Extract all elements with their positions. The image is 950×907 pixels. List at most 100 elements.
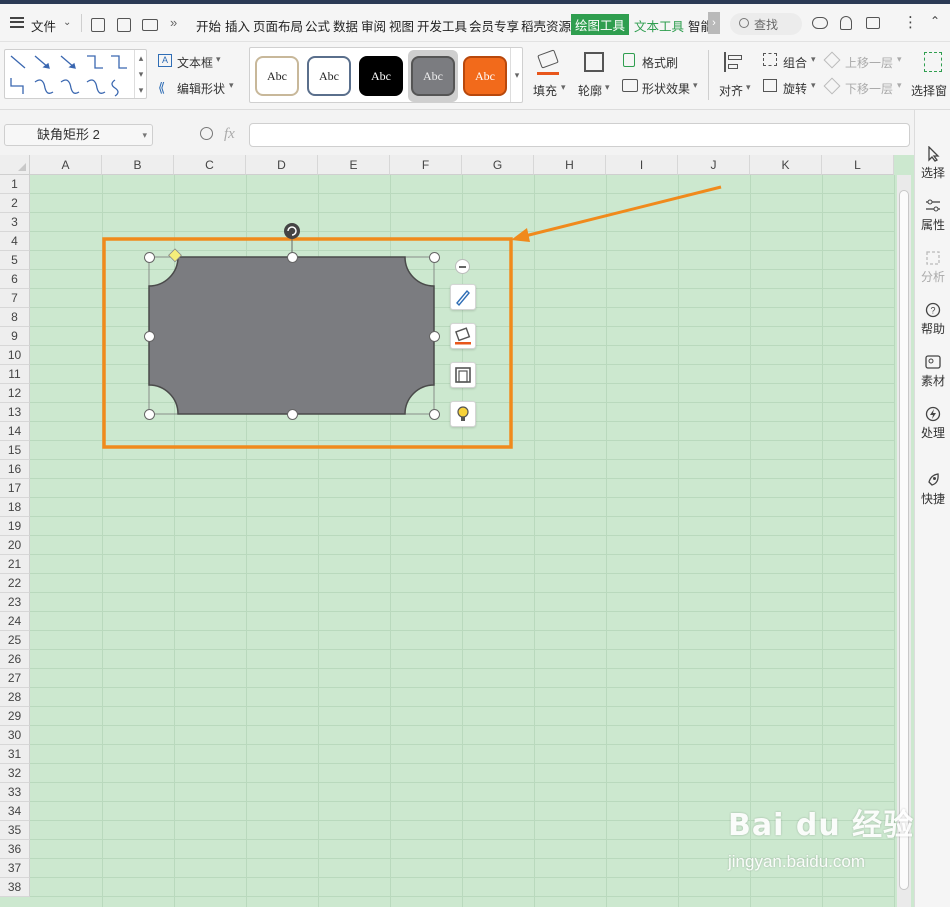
- row-header[interactable]: 28: [0, 688, 30, 707]
- send-backward-button[interactable]: 下移一层: [845, 80, 893, 97]
- row-header[interactable]: 13: [0, 403, 30, 422]
- tab-drawing-tools[interactable]: 绘图工具: [571, 14, 630, 35]
- column-header-j[interactable]: J: [678, 155, 750, 175]
- outline-icon[interactable]: [584, 52, 604, 72]
- row-header[interactable]: 12: [0, 384, 30, 403]
- resize-handle-top-right[interactable]: [429, 252, 440, 263]
- zoom-formula-icon[interactable]: [200, 127, 213, 140]
- row-header[interactable]: 35: [0, 821, 30, 840]
- tab-view[interactable]: 视图: [389, 16, 414, 35]
- panel-select[interactable]: 选择: [915, 146, 950, 181]
- column-header-g[interactable]: G: [462, 155, 534, 175]
- group-button[interactable]: 组合: [783, 54, 807, 71]
- panel-properties[interactable]: 属性: [915, 198, 950, 233]
- textbox-icon[interactable]: A: [158, 54, 172, 67]
- tab-review[interactable]: 审阅: [361, 16, 386, 35]
- tab-member[interactable]: 会员专享: [469, 16, 519, 35]
- row-header[interactable]: 18: [0, 498, 30, 517]
- align-button[interactable]: 对齐: [719, 82, 743, 99]
- row-header[interactable]: 16: [0, 460, 30, 479]
- row-header[interactable]: 7: [0, 289, 30, 308]
- gallery-scroll[interactable]: ▴ ▾ ▾: [134, 50, 147, 98]
- cloud-icon[interactable]: [812, 17, 828, 29]
- row-header[interactable]: 15: [0, 441, 30, 460]
- format-brush-icon[interactable]: [623, 53, 635, 67]
- name-box[interactable]: 缺角矩形 2 ▾: [4, 124, 153, 146]
- panel-quick[interactable]: 快捷: [915, 472, 950, 507]
- row-header[interactable]: 29: [0, 707, 30, 726]
- rotate-icon[interactable]: [763, 79, 777, 92]
- share-user-icon[interactable]: [840, 16, 852, 30]
- format-brush-button[interactable]: 格式刷: [642, 54, 678, 71]
- column-header-l[interactable]: L: [822, 155, 894, 175]
- scrollbar-thumb[interactable]: [899, 190, 909, 890]
- style-preset-orange[interactable]: Abc: [463, 56, 507, 96]
- outline-quick-button[interactable]: [450, 362, 476, 388]
- tab-developer[interactable]: 开发工具: [417, 16, 467, 35]
- fill-bucket-icon[interactable]: [537, 49, 559, 69]
- style-gallery-more[interactable]: ▾: [510, 48, 523, 102]
- resize-handle-bottom-left[interactable]: [144, 409, 155, 420]
- resize-handle-top[interactable]: [287, 252, 298, 263]
- row-header[interactable]: 25: [0, 631, 30, 650]
- formula-input[interactable]: [249, 123, 910, 147]
- column-header-e[interactable]: E: [318, 155, 390, 175]
- smart-tips-quick-button[interactable]: [450, 401, 476, 427]
- print-icon[interactable]: [142, 19, 158, 31]
- rotate-button[interactable]: 旋转: [783, 80, 807, 97]
- row-header[interactable]: 23: [0, 593, 30, 612]
- row-header[interactable]: 30: [0, 726, 30, 745]
- fx-label[interactable]: fx: [224, 126, 235, 143]
- outline-button[interactable]: 轮廓: [578, 82, 602, 99]
- column-header-a[interactable]: A: [30, 155, 102, 175]
- row-header[interactable]: 1: [0, 175, 30, 194]
- row-header[interactable]: 5: [0, 251, 30, 270]
- selection-pane-icon[interactable]: [924, 52, 942, 72]
- panel-analysis[interactable]: 分析: [915, 250, 950, 285]
- row-header[interactable]: 26: [0, 650, 30, 669]
- row-header[interactable]: 14: [0, 422, 30, 441]
- panel-help[interactable]: ? 帮助: [915, 302, 950, 337]
- fill-quick-button[interactable]: [450, 323, 476, 349]
- row-header[interactable]: 37: [0, 859, 30, 878]
- shape-effect-icon[interactable]: [622, 79, 638, 92]
- tabs-scroll-right-icon[interactable]: ›: [708, 12, 720, 34]
- row-header[interactable]: 32: [0, 764, 30, 783]
- column-header-b[interactable]: B: [102, 155, 174, 175]
- row-header[interactable]: 19: [0, 517, 30, 536]
- tab-insert[interactable]: 插入: [225, 16, 250, 35]
- file-menu[interactable]: 文件: [31, 16, 56, 35]
- bring-forward-button[interactable]: 上移一层: [845, 54, 893, 71]
- row-header[interactable]: 34: [0, 802, 30, 821]
- edit-shape-icon[interactable]: ⟪: [158, 80, 165, 96]
- search-box[interactable]: 查找: [730, 13, 802, 35]
- shape-effect-button[interactable]: 形状效果: [642, 80, 690, 97]
- row-header[interactable]: 33: [0, 783, 30, 802]
- row-header[interactable]: 24: [0, 612, 30, 631]
- style-preset-beige[interactable]: Abc: [255, 56, 299, 96]
- share-icon[interactable]: [866, 17, 880, 29]
- row-header[interactable]: 9: [0, 327, 30, 346]
- export-pdf-icon[interactable]: [117, 18, 131, 32]
- shape-style-quick-button[interactable]: [450, 284, 476, 310]
- row-header[interactable]: 20: [0, 536, 30, 555]
- collapse-ribbon-icon[interactable]: ⌃: [930, 14, 940, 28]
- save-icon[interactable]: [91, 18, 105, 32]
- row-header[interactable]: 31: [0, 745, 30, 764]
- tab-formula[interactable]: 公式: [305, 16, 330, 35]
- tab-text-tools[interactable]: 文本工具: [634, 16, 684, 35]
- column-header-h[interactable]: H: [534, 155, 606, 175]
- row-header[interactable]: 4: [0, 232, 30, 251]
- style-preset-blue-outline[interactable]: Abc: [307, 56, 351, 96]
- tab-start[interactable]: 开始: [196, 16, 221, 35]
- row-header[interactable]: 10: [0, 346, 30, 365]
- resize-handle-left[interactable]: [144, 331, 155, 342]
- tab-page-layout[interactable]: 页面布局: [253, 16, 303, 35]
- textbox-button[interactable]: 文本框: [177, 54, 213, 71]
- row-header[interactable]: 38: [0, 878, 30, 897]
- row-header[interactable]: 27: [0, 669, 30, 688]
- panel-process[interactable]: 处理: [915, 406, 950, 441]
- style-preset-gray[interactable]: Abc: [411, 56, 455, 96]
- row-header[interactable]: 3: [0, 213, 30, 232]
- row-header[interactable]: 36: [0, 840, 30, 859]
